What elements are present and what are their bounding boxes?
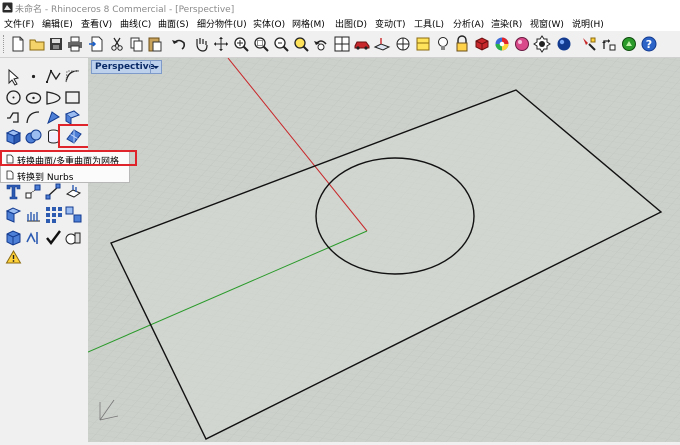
chevron-down-icon[interactable] <box>150 61 161 73</box>
menu-window[interactable]: 视窗(W) <box>530 17 564 30</box>
file-icon <box>6 170 14 180</box>
undo-icon[interactable] <box>170 35 188 53</box>
help-icon[interactable]: ? <box>640 35 658 53</box>
explode-icon[interactable] <box>4 205 23 224</box>
point-icon[interactable] <box>24 67 43 86</box>
cut-icon[interactable] <box>108 35 126 53</box>
title-bar: 未命名 - Rhinoceros 8 Commercial - [Perspec… <box>0 0 680 15</box>
print-icon[interactable] <box>66 35 84 53</box>
display-mode-icon[interactable] <box>394 35 412 53</box>
menu-analyze[interactable]: 分析(A) <box>453 17 484 30</box>
box-icon[interactable] <box>4 127 23 146</box>
join-icon[interactable] <box>24 205 43 224</box>
grasshopper-icon[interactable] <box>620 35 638 53</box>
array-icon[interactable] <box>44 182 63 201</box>
highlight-mesh-tool <box>58 124 90 148</box>
rhino-app-icon <box>2 2 13 13</box>
set-cplane-icon[interactable] <box>373 35 391 53</box>
viewport-canvas[interactable] <box>87 57 680 442</box>
open-folder-icon[interactable] <box>28 35 46 53</box>
zoom-extents-icon[interactable] <box>272 35 290 53</box>
light-icon[interactable] <box>4 248 23 267</box>
menu-help[interactable]: 说明(H) <box>572 17 604 30</box>
render-sphere-icon[interactable] <box>513 35 531 53</box>
menu-render[interactable]: 渲染(R) <box>491 17 522 30</box>
menu-bar: 文件(F) 编辑(E) 查看(V) 曲线(C) 曲面(S) 细分物件(U) 实体… <box>0 15 680 32</box>
viewport-tab-label: Perspective <box>95 62 155 72</box>
menu-view[interactable]: 查看(V) <box>81 17 112 30</box>
circle-icon[interactable] <box>4 88 23 107</box>
pan-hand-icon[interactable] <box>192 35 210 53</box>
menu-transform[interactable]: 变动(T) <box>375 17 406 30</box>
copy-icon[interactable] <box>127 35 145 53</box>
menu-mesh[interactable]: 网格(M) <box>292 17 325 30</box>
extrude-icon[interactable] <box>64 182 83 201</box>
select-arrow-icon[interactable] <box>4 67 23 86</box>
menu-surface[interactable]: 曲面(S) <box>158 17 189 30</box>
curve-control-points-icon[interactable] <box>63 67 82 86</box>
toolbar-grip[interactable] <box>3 35 6 53</box>
menu-file[interactable]: 文件(F) <box>4 17 34 30</box>
menu-drafting[interactable]: 出图(D) <box>335 17 367 30</box>
rectangle-icon[interactable] <box>63 88 82 107</box>
group-icon[interactable] <box>44 205 63 224</box>
save-icon[interactable] <box>47 35 65 53</box>
car-icon[interactable] <box>353 35 371 53</box>
freeform-curve-icon[interactable] <box>4 108 23 127</box>
zoom-window-icon[interactable] <box>252 35 270 53</box>
options-icon[interactable] <box>580 35 598 53</box>
light-bulb-icon[interactable] <box>434 35 452 53</box>
left-toolbar <box>0 58 90 442</box>
zoom-dynamic-icon[interactable] <box>232 35 250 53</box>
menu-item-convert-to-nurbs[interactable]: 转换到 Nurbs <box>2 168 128 183</box>
layer-icon[interactable] <box>414 35 432 53</box>
paint-icon[interactable] <box>24 228 43 247</box>
transform-icon[interactable] <box>24 182 43 201</box>
material-icon[interactable] <box>473 35 491 53</box>
sphere-shaded-icon[interactable] <box>555 35 573 53</box>
import-icon[interactable] <box>87 35 105 53</box>
menu-item-label: 转换到 Nurbs <box>17 173 74 183</box>
shade-icon[interactable] <box>64 205 83 224</box>
menu-curve[interactable]: 曲线(C) <box>120 17 151 30</box>
gumball-icon[interactable] <box>600 35 618 53</box>
svg-text:?: ? <box>646 38 652 51</box>
boolean-icon[interactable] <box>24 127 43 146</box>
lock-icon[interactable] <box>453 35 471 53</box>
undo-view-icon[interactable] <box>312 35 330 53</box>
menu-subd[interactable]: 细分物件(U) <box>197 17 247 30</box>
paste-icon[interactable] <box>146 35 164 53</box>
menu-edit[interactable]: 编辑(E) <box>42 17 73 30</box>
render-preview-icon[interactable] <box>533 35 551 53</box>
curve-tools-icon[interactable] <box>24 108 43 127</box>
sphere-cylinder-icon[interactable] <box>64 228 83 247</box>
polyline-icon[interactable] <box>44 67 63 86</box>
window-title: 未命名 - Rhinoceros 8 Commercial - [Perspec… <box>15 5 235 15</box>
color-wheel-icon[interactable] <box>493 35 511 53</box>
four-viewports-icon[interactable] <box>333 35 351 53</box>
text-icon[interactable] <box>4 182 23 201</box>
zoom-selected-icon[interactable] <box>292 35 310 53</box>
menu-tools[interactable]: 工具(L) <box>414 17 444 30</box>
new-file-icon[interactable] <box>9 35 27 53</box>
menu-solid[interactable]: 实体(O) <box>253 17 285 30</box>
rotate-view-icon[interactable] <box>212 35 230 53</box>
standard-toolbar: ? <box>0 31 680 58</box>
viewport-tab[interactable]: Perspective <box>91 60 162 74</box>
arc-icon[interactable] <box>24 88 43 107</box>
perspective-viewport[interactable] <box>87 57 680 442</box>
polygon-icon[interactable] <box>44 88 63 107</box>
check-icon[interactable] <box>44 228 63 247</box>
highlight-menu-item <box>0 150 137 166</box>
analyze-icon[interactable] <box>4 228 23 247</box>
